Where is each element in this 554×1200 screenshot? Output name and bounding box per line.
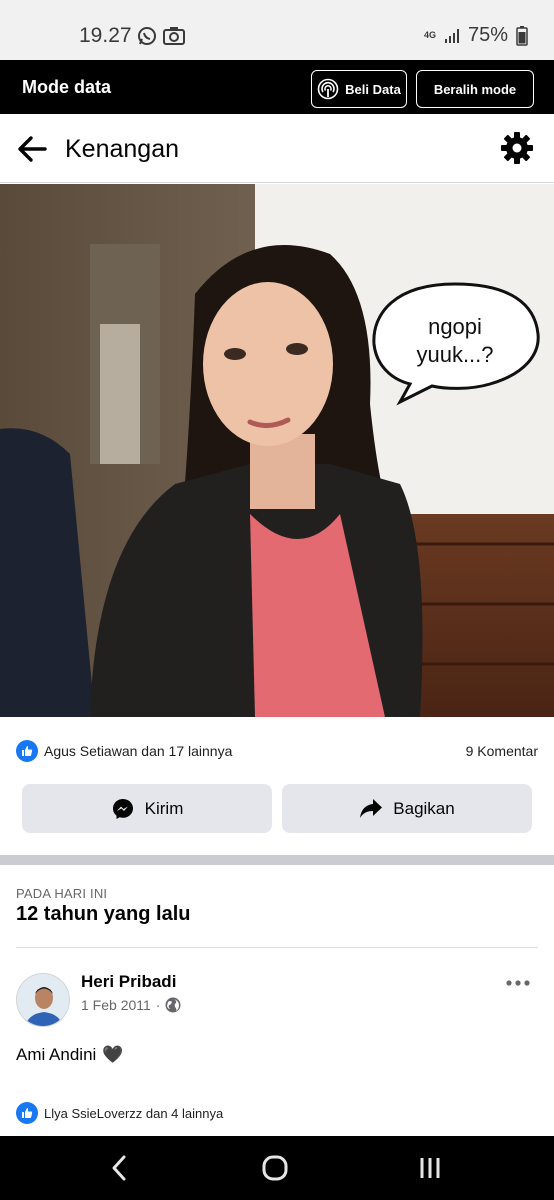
reactions-text: Agus Setiawan dan 17 lainnya xyxy=(44,743,233,759)
messenger-icon xyxy=(112,798,133,819)
like-icon xyxy=(16,1102,38,1124)
divider xyxy=(16,947,538,948)
buy-data-label: Beli Data xyxy=(345,81,401,97)
globe-icon xyxy=(165,997,181,1013)
broadcast-icon xyxy=(317,78,339,100)
gear-icon[interactable] xyxy=(500,131,534,165)
nav-home-icon[interactable] xyxy=(258,1152,292,1184)
meta-separator: · xyxy=(155,997,161,1013)
share-button[interactable]: Bagikan xyxy=(282,784,532,833)
send-label: Kirim xyxy=(144,798,184,818)
switch-mode-label: Beralih mode xyxy=(433,81,517,97)
photo-illustration: ngopi yuuk...? xyxy=(0,184,554,717)
share-arrow-icon xyxy=(360,798,383,818)
buy-data-button[interactable]: Beli Data xyxy=(311,70,407,108)
back-arrow-icon[interactable] xyxy=(16,134,48,164)
like-icon xyxy=(16,740,38,762)
avatar[interactable] xyxy=(16,973,70,1027)
post-body: Ami Andini xyxy=(16,1045,97,1064)
page-title: Kenangan xyxy=(65,135,180,163)
switch-mode-button[interactable]: Beralih mode xyxy=(416,70,534,108)
memory-photo[interactable]: ngopi yuuk...? xyxy=(0,184,554,717)
battery-percent: 75% xyxy=(467,24,508,46)
send-button[interactable]: Kirim xyxy=(22,784,272,833)
post-text: Ami Andini 🖤 xyxy=(16,1045,124,1065)
share-label: Bagikan xyxy=(393,798,455,818)
more-options-icon[interactable] xyxy=(505,973,531,993)
system-nav-bar xyxy=(0,1136,554,1200)
reactions-summary[interactable]: Agus Setiawan dan 17 lainnya xyxy=(16,740,232,762)
section-divider xyxy=(0,855,554,865)
post-meta: 1 Feb 2011 · xyxy=(81,997,181,1013)
battery-icon xyxy=(516,25,528,46)
status-bar: 19.27 4G 75% xyxy=(0,0,554,60)
speech-bubble-line1: ngopi xyxy=(428,314,482,339)
black-heart-emoji: 🖤 xyxy=(102,1045,124,1064)
nav-recent-apps-icon[interactable] xyxy=(414,1152,448,1184)
data-mode-bar: Mode data Beli Data Beralih mode xyxy=(0,60,554,114)
post-author[interactable]: Heri Pribadi xyxy=(81,972,176,992)
notification-icons xyxy=(137,26,185,46)
memory-label: PADA HARI INI xyxy=(16,886,108,901)
post-reactions-summary[interactable]: Llya SsieLoverzz dan 4 lainnya xyxy=(16,1102,223,1124)
nav-back-icon[interactable] xyxy=(104,1152,138,1184)
mode-title: Mode data xyxy=(22,77,112,97)
page-header: Kenangan xyxy=(0,114,554,183)
speech-bubble-line2: yuuk...? xyxy=(416,342,493,367)
signal-icon xyxy=(444,28,459,43)
whatsapp-icon xyxy=(138,27,156,45)
post-reactions-text: Llya SsieLoverzz dan 4 lainnya xyxy=(44,1105,224,1121)
camera-icon xyxy=(163,27,185,45)
post-date[interactable]: 1 Feb 2011 xyxy=(81,997,151,1013)
status-time: 19.27 xyxy=(79,24,132,47)
reactions-row: Agus Setiawan dan 17 lainnya 9 Komentar xyxy=(16,738,538,764)
network-type: 4G xyxy=(423,30,436,40)
comments-count[interactable]: 9 Komentar xyxy=(466,743,538,759)
memory-title: 12 tahun yang lalu xyxy=(16,903,191,925)
